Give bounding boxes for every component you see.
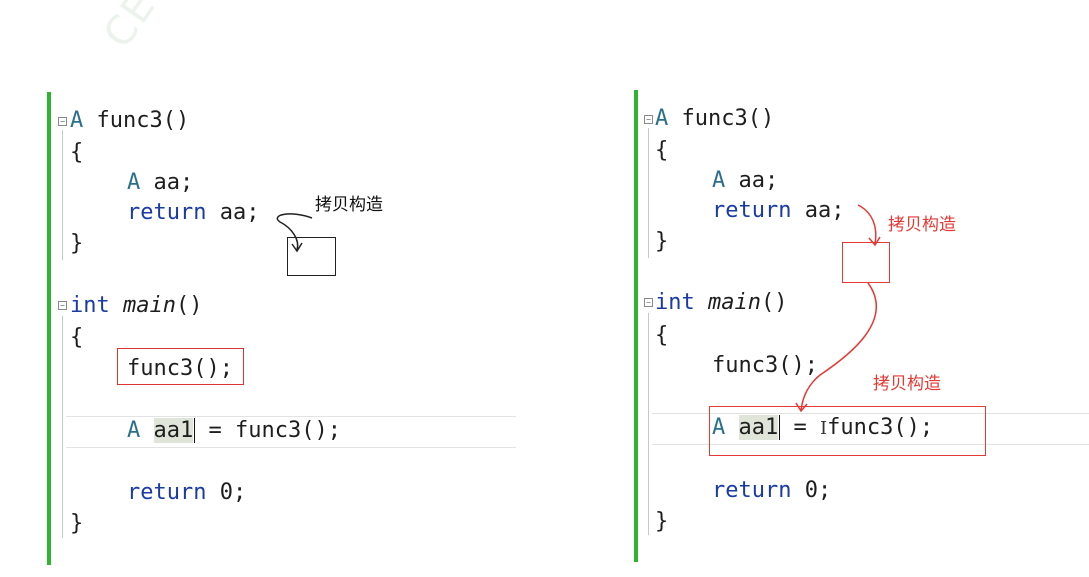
keyword-return: return (712, 198, 792, 223)
left-line-declare-aa: A aa; (127, 172, 193, 194)
func-name: func3() (681, 106, 775, 131)
right-line-func3-decl: A func3() (655, 108, 774, 130)
right-line-declare-aa: A aa; (712, 170, 778, 192)
right-line-close-brace: } (655, 229, 669, 254)
main-parens: () (175, 293, 203, 318)
var-decl: aa; (738, 168, 779, 193)
type-a: A (127, 418, 141, 443)
type-a: A (127, 170, 141, 195)
right-code-panel: − − A func3() { A aa; return aa; } int m… (600, 0, 1089, 577)
right-line-return-0: return 0; (712, 480, 831, 502)
right-line-return-aa: return aa; (712, 200, 844, 222)
right-annotation-copy-ctor-bottom: 拷贝构造 (873, 374, 941, 394)
left-line-main-close: } (70, 511, 84, 536)
right-annotation-copy-ctor-top: 拷贝构造 (888, 215, 956, 235)
keyword-return: return (127, 480, 207, 505)
return-value: aa; (219, 200, 260, 225)
left-line-return-0: return 0; (127, 482, 246, 504)
left-line-main-open: { (70, 325, 84, 350)
left-fold-line-2 (62, 316, 63, 538)
left-fold-line-1 (62, 130, 63, 260)
left-line-func3-decl: A func3() (70, 110, 189, 132)
right-line-main-close: } (655, 509, 669, 534)
main-name: main (708, 290, 761, 315)
keyword-return: return (127, 200, 207, 225)
left-fold-toggle-func3[interactable]: − (58, 117, 67, 126)
right-fold-toggle-main[interactable]: − (644, 298, 653, 307)
type-a: A (655, 106, 669, 131)
keyword-int: int (655, 290, 695, 315)
left-line-close-brace: } (70, 231, 84, 256)
keyword-int: int (70, 293, 110, 318)
right-line-open-brace: { (655, 138, 669, 163)
var-aa1: aa1 (153, 418, 194, 443)
main-name: main (123, 293, 176, 318)
right-temp-object-box (842, 242, 890, 283)
right-line-call-func3: func3(); (712, 353, 818, 378)
left-temp-object-box (287, 237, 336, 276)
left-call-highlight-box (117, 348, 244, 385)
type-a: A (70, 108, 84, 133)
right-fold-line-1 (648, 128, 649, 258)
left-code-panel: − − A func3() { A aa; return aa; } int m… (0, 0, 520, 577)
right-gutter-bar (634, 90, 638, 562)
right-line-main-open: { (655, 323, 669, 348)
left-line-return-aa: return aa; (127, 202, 259, 224)
right-fold-line-2 (648, 313, 649, 535)
return-zero: 0; (219, 480, 247, 505)
right-fold-toggle-func3[interactable]: − (644, 115, 653, 124)
left-gutter-bar (47, 92, 51, 565)
type-a: A (712, 168, 726, 193)
right-assign-highlight-box (709, 406, 986, 456)
func-name: func3() (96, 108, 190, 133)
left-fold-toggle-main[interactable]: − (58, 301, 67, 310)
var-decl: aa; (153, 170, 194, 195)
left-line-open-brace: { (70, 140, 84, 165)
right-line-main-decl: int main() (655, 292, 787, 314)
assign-rest: = func3(); (208, 418, 341, 443)
keyword-return: return (712, 478, 792, 503)
left-annotation-copy-ctor: 拷贝构造 (315, 195, 383, 215)
main-parens: () (760, 290, 788, 315)
return-zero: 0; (804, 478, 832, 503)
left-line-aa1-assign[interactable]: A aa1 = func3(); (127, 418, 341, 443)
left-line-main-decl: int main() (70, 295, 202, 317)
return-value: aa; (804, 198, 845, 223)
